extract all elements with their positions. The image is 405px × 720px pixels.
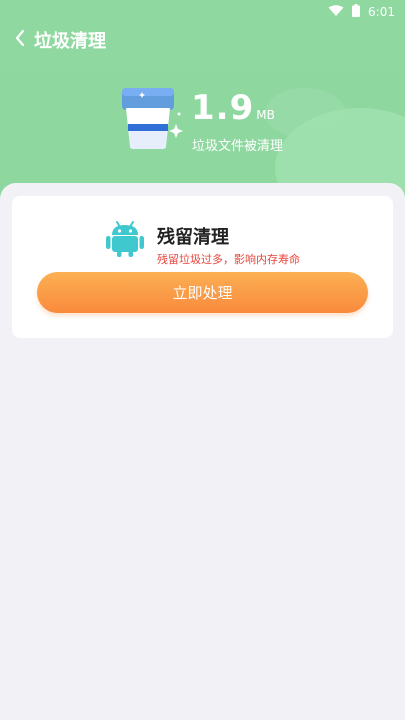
card-title: 残留清理 [157,227,229,248]
page-title: 垃圾清理 [34,31,106,52]
residual-clean-card [12,196,393,338]
android-icon [106,220,144,258]
battery-icon [352,4,361,20]
card-warning: 残留垃圾过多，影响内存寿命 [157,253,300,266]
chevron-left-icon [14,29,26,51]
trash-bin-icon [116,86,186,152]
wifi-icon [328,4,344,20]
junk-size-value: 1.9 [191,88,255,128]
status-time: 6:01 [368,5,395,19]
junk-size-unit: MB [256,108,275,122]
junk-size-description: 垃圾文件被清理 [192,139,284,154]
junk-size: 1.9 MB [191,88,275,128]
nav-bar: 垃圾清理 [8,26,106,54]
header: 6:01 垃圾清理 1.9 MB 垃圾文件被清理 [0,0,405,200]
back-button[interactable] [8,26,32,54]
process-now-button[interactable]: 立即处理 [37,272,368,313]
status-bar: 6:01 [328,2,395,22]
